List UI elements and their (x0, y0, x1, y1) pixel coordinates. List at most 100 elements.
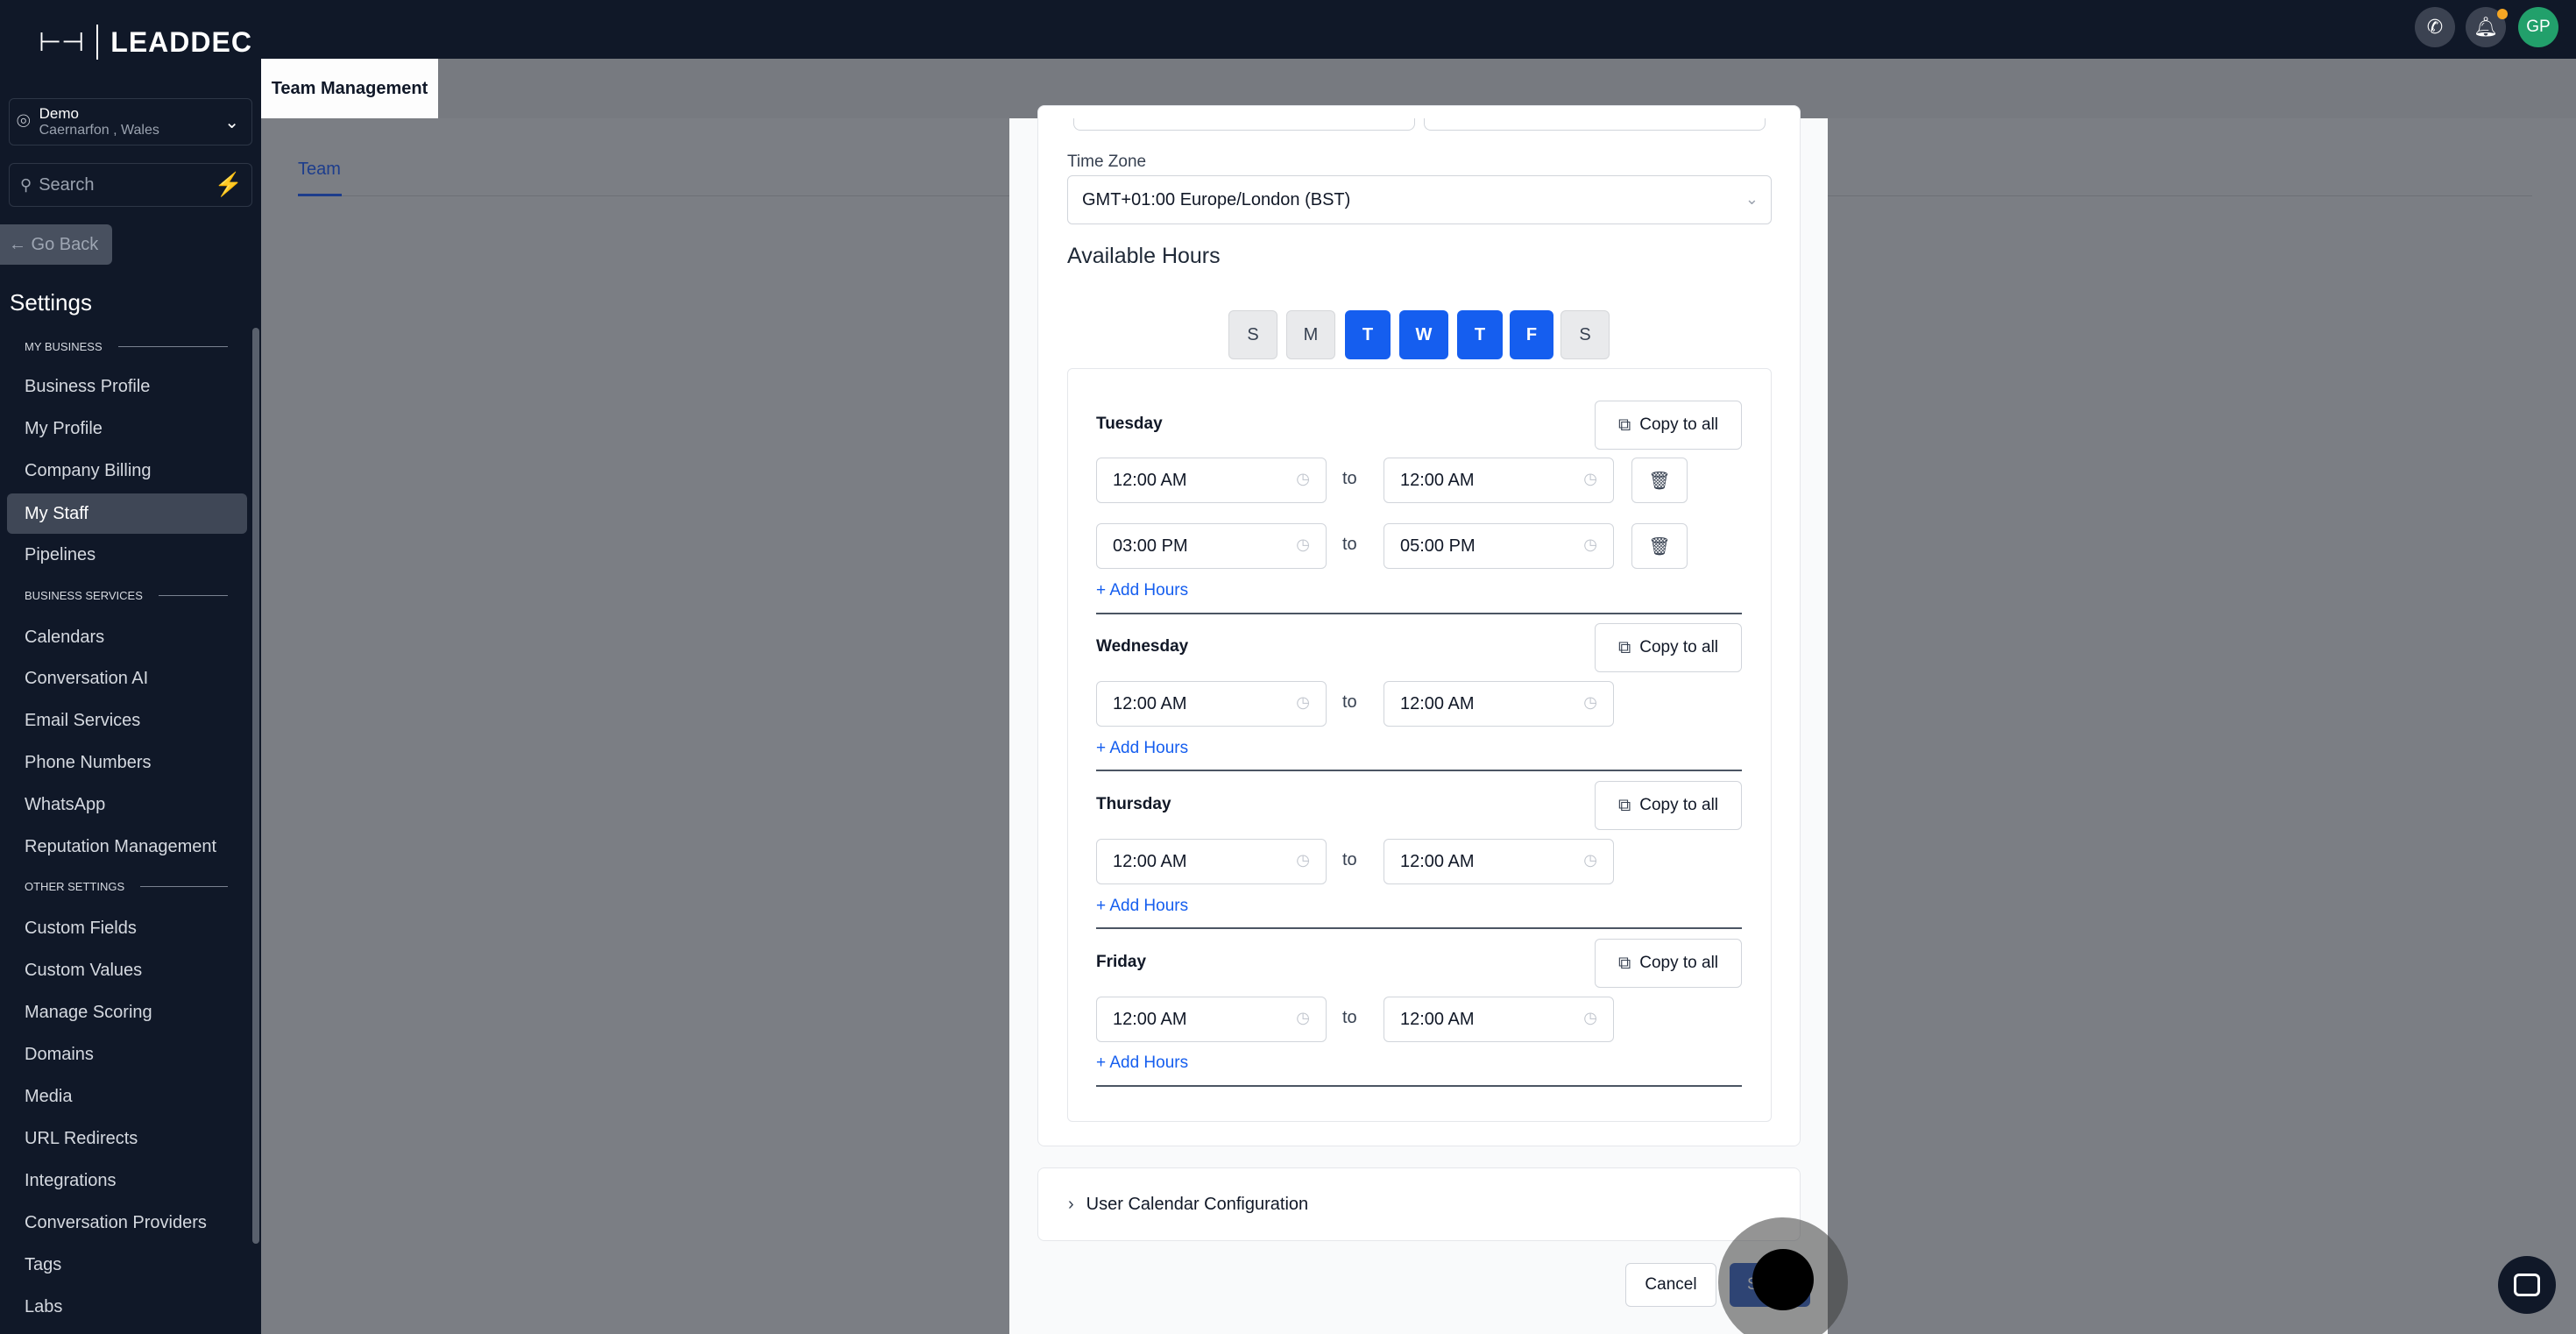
add-hours-link[interactable]: + Add Hours (1096, 581, 1188, 600)
delete-slot-button[interactable]: 🗑︎ (1631, 458, 1688, 503)
tab-team[interactable]: Team (298, 160, 341, 180)
day-toggle-tue[interactable]: T (1345, 310, 1391, 359)
sidebar-item-custom-values[interactable]: Custom Values (25, 961, 142, 981)
sidebar-item-my-profile[interactable]: My Profile (25, 419, 103, 439)
sidebar-item-company-billing[interactable]: Company Billing (25, 461, 152, 481)
settings-title: Settings (10, 289, 92, 316)
sidebar-item-conversation-providers[interactable]: Conversation Providers (25, 1213, 207, 1233)
user-calendar-config-toggle[interactable]: › User Calendar Configuration (1037, 1167, 1801, 1241)
add-hours-link[interactable]: + Add Hours (1096, 739, 1188, 758)
sidebar-item-pipelines[interactable]: Pipelines (25, 545, 96, 565)
day-toggle-mon[interactable]: M (1286, 310, 1335, 359)
sidebar-item-media[interactable]: Media (25, 1087, 72, 1107)
sidebar-item-conversation-ai[interactable]: Conversation AI (25, 669, 148, 689)
sidebar-item-labs[interactable]: Labs (25, 1297, 62, 1317)
copy-icon: ⧉ (1617, 415, 1631, 435)
day-label-wednesday: Wednesday (1096, 637, 1189, 656)
sidebar-item-my-staff[interactable]: My Staff (7, 493, 247, 534)
timezone-select[interactable]: GMT+01:00 Europe/London (BST) ⌄ (1067, 175, 1772, 224)
avatar[interactable]: GP (2518, 7, 2558, 47)
copy-to-all-button[interactable]: ⧉ Copy to all (1595, 939, 1742, 988)
sidebar-item-reputation-management[interactable]: Reputation Management (25, 837, 216, 857)
sidebar-item-business-profile[interactable]: Business Profile (25, 377, 150, 397)
start-time-input[interactable]: 12:00 AM ◷ (1096, 997, 1327, 1042)
brand-logo[interactable]: ⊢⊣ LEADDEC (39, 25, 252, 60)
end-time-input[interactable]: 12:00 AM ◷ (1384, 458, 1614, 503)
field-stub-left[interactable] (1073, 118, 1415, 131)
search-placeholder: Search (39, 174, 95, 195)
tab-team-management[interactable]: Team Management (261, 59, 438, 118)
section-other-settings: OTHER SETTINGS (25, 880, 228, 893)
quick-action-icon[interactable]: ⚡ (215, 171, 243, 198)
chat-icon (2514, 1274, 2540, 1296)
location-address: Caernarfon , Wales (39, 123, 159, 138)
sidebar-item-integrations[interactable]: Integrations (25, 1171, 117, 1191)
clock-icon: ◷ (1296, 693, 1310, 711)
cancel-button[interactable]: Cancel (1625, 1263, 1716, 1307)
day-divider (1096, 927, 1742, 929)
add-hours-link[interactable]: + Add Hours (1096, 897, 1188, 916)
logo-icon: ⊢⊣ (39, 26, 85, 58)
day-toggle-wed[interactable]: W (1399, 310, 1448, 359)
section-business-services: BUSINESS SERVICES (25, 589, 228, 602)
start-time-input[interactable]: 03:00 PM ◷ (1096, 523, 1327, 569)
location-switcher[interactable]: ⌾ Demo Caernarfon , Wales ⌄ (9, 98, 252, 145)
tab-team-underline (298, 194, 342, 196)
day-toggle-sun[interactable]: S (1228, 310, 1277, 359)
clock-icon: ◷ (1583, 1009, 1597, 1026)
copy-to-all-button[interactable]: ⧉ Copy to all (1595, 623, 1742, 672)
day-toggle-thu[interactable]: T (1457, 310, 1503, 359)
location-name: Demo (39, 105, 79, 122)
start-time-input[interactable]: 12:00 AM ◷ (1096, 839, 1327, 884)
sidebar-item-whatsapp[interactable]: WhatsApp (25, 795, 105, 815)
clock-icon: ◷ (1583, 536, 1597, 553)
sidebar-item-manage-scoring[interactable]: Manage Scoring (25, 1003, 152, 1023)
chevron-right-icon: › (1068, 1194, 1074, 1214)
go-back-button[interactable]: ← Go Back (0, 224, 112, 265)
day-label-friday: Friday (1096, 953, 1147, 971)
sidebar-item-calendars[interactable]: Calendars (25, 628, 104, 648)
map-pin-icon: ⌾ (17, 108, 31, 134)
brand-name: LEADDEC (110, 25, 252, 58)
notification-dot (2497, 9, 2508, 19)
copy-to-all-button[interactable]: ⧉ Copy to all (1595, 781, 1742, 830)
chat-widget-button[interactable] (2498, 1256, 2556, 1314)
phone-icon[interactable]: ✆ (2415, 7, 2455, 47)
cursor-dot (1752, 1249, 1814, 1310)
copy-to-all-button[interactable]: ⧉ Copy to all (1595, 401, 1742, 450)
sidebar-search[interactable]: ⚲ Search ⚡ (9, 163, 252, 207)
to-label: to (1342, 469, 1357, 488)
day-divider (1096, 613, 1742, 614)
logo-divider (96, 25, 99, 60)
sidebar-item-url-redirects[interactable]: URL Redirects (25, 1129, 138, 1149)
delete-slot-button[interactable]: 🗑︎ (1631, 523, 1688, 569)
to-label: to (1342, 1008, 1357, 1027)
start-time-input[interactable]: 12:00 AM ◷ (1096, 681, 1327, 727)
sidebar-item-domains[interactable]: Domains (25, 1045, 94, 1065)
day-toggle-fri[interactable]: F (1510, 310, 1553, 359)
copy-icon: ⧉ (1617, 795, 1631, 815)
end-time-input[interactable]: 12:00 AM ◷ (1384, 997, 1614, 1042)
add-hours-link[interactable]: + Add Hours (1096, 1054, 1188, 1073)
clock-icon: ◷ (1583, 470, 1597, 487)
end-time-input[interactable]: 05:00 PM ◷ (1384, 523, 1614, 569)
end-time-input[interactable]: 12:00 AM ◷ (1384, 839, 1614, 884)
sidebar-item-tags[interactable]: Tags (25, 1255, 61, 1275)
day-divider (1096, 770, 1742, 771)
sidebar-item-custom-fields[interactable]: Custom Fields (25, 919, 137, 939)
day-toggle-sat[interactable]: S (1560, 310, 1610, 359)
start-time-input[interactable]: 12:00 AM ◷ (1096, 458, 1327, 503)
clock-icon: ◷ (1583, 693, 1597, 711)
to-label: to (1342, 692, 1357, 712)
clock-icon: ◷ (1296, 1009, 1310, 1026)
day-label-tuesday: Tuesday (1096, 415, 1163, 433)
sidebar-scrollbar[interactable] (252, 328, 259, 1244)
end-time-input[interactable]: 12:00 AM ◷ (1384, 681, 1614, 727)
available-hours-title: Available Hours (1067, 244, 1221, 268)
sidebar-item-phone-numbers[interactable]: Phone Numbers (25, 753, 152, 773)
field-stub-right[interactable] (1424, 118, 1766, 131)
to-label: to (1342, 535, 1357, 554)
clock-icon: ◷ (1296, 536, 1310, 553)
chevron-down-icon: ⌄ (224, 113, 239, 132)
sidebar-item-email-services[interactable]: Email Services (25, 711, 140, 731)
